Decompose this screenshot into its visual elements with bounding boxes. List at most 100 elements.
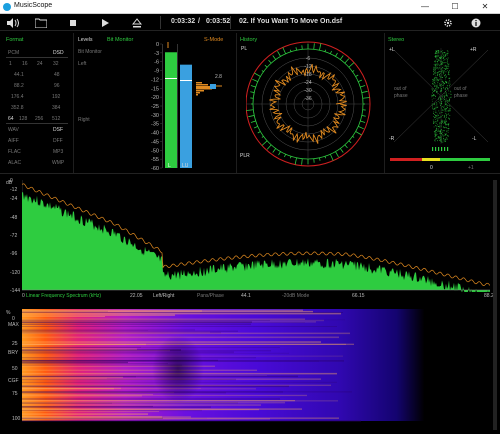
meter-scale-label: -25 — [151, 104, 159, 110]
stereo-point — [440, 64, 442, 66]
stereo-point — [444, 75, 445, 76]
stereo-point — [446, 86, 448, 88]
stereo-point — [441, 88, 442, 89]
folder-icon[interactable] — [34, 16, 48, 28]
stop-icon[interactable] — [66, 16, 80, 28]
stereo-point — [434, 116, 436, 118]
stereo-point — [435, 119, 436, 120]
stereo-corr-plus: +1 — [468, 165, 474, 171]
stereo-point — [441, 72, 442, 73]
stereo-point — [449, 77, 451, 79]
stereo-point — [439, 112, 440, 114]
stereo-point — [440, 104, 442, 105]
stereo-point — [446, 76, 447, 78]
stereo-point — [448, 89, 449, 91]
spectrogram-streak — [22, 401, 285, 404]
history-tick — [358, 126, 364, 130]
stereo-point — [441, 121, 443, 122]
stereo-point — [441, 51, 443, 53]
stereo-point — [448, 63, 450, 65]
stereo-point — [436, 118, 438, 119]
stereo-point — [445, 89, 446, 91]
format-divider — [6, 123, 68, 124]
minimize-button[interactable]: — — [410, 0, 440, 14]
stereo-point — [433, 109, 435, 111]
stereo-point — [446, 108, 448, 109]
stereo-point — [436, 57, 438, 59]
spectrogram-streak — [22, 413, 148, 415]
format-alac: ALAC — [8, 160, 22, 166]
stereo-point — [446, 54, 448, 56]
stereo-point — [448, 73, 450, 75]
history-tick — [250, 120, 256, 123]
spectrum-20db-mode[interactable]: -20dB Mode — [282, 293, 309, 299]
stereo-point — [435, 65, 437, 66]
stereo-point — [437, 131, 439, 132]
spectrogram-pct-label: % — [6, 310, 11, 316]
history-tick — [335, 151, 339, 158]
stereo-point — [441, 96, 443, 98]
stereo-point — [445, 98, 447, 100]
stereo-point — [440, 121, 442, 123]
meter-scale-label: -9 — [154, 69, 159, 75]
spectrogram-streak — [22, 420, 361, 422]
history-tick — [272, 55, 276, 60]
spectrum-mode-label[interactable]: Linear Frequency Spectrum (kHz) — [26, 293, 101, 299]
spectrum-pans-phase[interactable]: Pans/Phase — [197, 293, 224, 299]
format-dff: DFF — [53, 138, 63, 144]
stereo-point — [449, 79, 450, 81]
stereo-point — [445, 110, 447, 111]
history-tick — [290, 156, 292, 159]
stereo-point — [440, 73, 442, 74]
stereo-point — [447, 63, 448, 65]
stereo-point — [438, 97, 440, 98]
stereo-point — [443, 105, 445, 107]
stereo-point — [442, 62, 444, 63]
stereo-point — [440, 85, 441, 87]
toolbar-separator — [160, 16, 161, 29]
stereo-point — [446, 66, 447, 68]
eject-icon[interactable] — [130, 16, 144, 28]
stereo-point — [445, 119, 447, 121]
stereo-point — [448, 110, 450, 111]
settings-icon[interactable] — [441, 16, 455, 28]
stereo-point — [435, 52, 436, 54]
history-tick — [282, 47, 286, 54]
play-icon[interactable] — [98, 16, 112, 28]
close-button[interactable]: ✕ — [470, 0, 500, 14]
stereo-point — [441, 136, 443, 137]
history-tick — [294, 157, 297, 165]
history-tick — [340, 148, 344, 153]
maximize-button[interactable]: ☐ — [440, 0, 470, 14]
format-bits-16: 16 — [22, 61, 28, 67]
stereo-point — [443, 95, 444, 97]
stereo-point — [445, 52, 447, 54]
level-meter: 0 -3 -6 -9 -12 -15 -20 -25 -30 -35 -40 -45 -50 -55 -60 — [151, 42, 222, 172]
stereo-point — [448, 123, 449, 125]
stereo-point — [443, 107, 444, 108]
stereo-point — [443, 93, 445, 95]
vertical-scrollbar[interactable] — [493, 180, 497, 430]
bit-monitor-toggle[interactable]: Bit Monitor — [107, 37, 133, 43]
stereo-point — [449, 109, 451, 111]
stereo-point — [432, 83, 434, 85]
stereo-point — [443, 58, 444, 60]
stereo-point — [431, 94, 432, 96]
speaker-icon[interactable] — [6, 16, 20, 28]
stereo-point — [448, 64, 449, 66]
spectrogram-streak — [22, 395, 142, 397]
stereo-point — [447, 67, 449, 69]
stereo-point — [438, 55, 440, 57]
stereo-point — [444, 96, 445, 98]
stereo-point — [435, 132, 437, 133]
stereo-point — [442, 67, 444, 69]
stereo-point — [433, 111, 434, 113]
spectrum-left-right[interactable]: Left/Right — [153, 293, 174, 299]
stereo-point — [441, 74, 443, 76]
stereo-point — [445, 139, 447, 140]
info-icon[interactable] — [469, 16, 483, 28]
spectrogram-streak — [22, 363, 168, 365]
stereo-point — [442, 110, 443, 111]
stereo-point — [436, 116, 438, 118]
stereo-point — [446, 99, 448, 101]
